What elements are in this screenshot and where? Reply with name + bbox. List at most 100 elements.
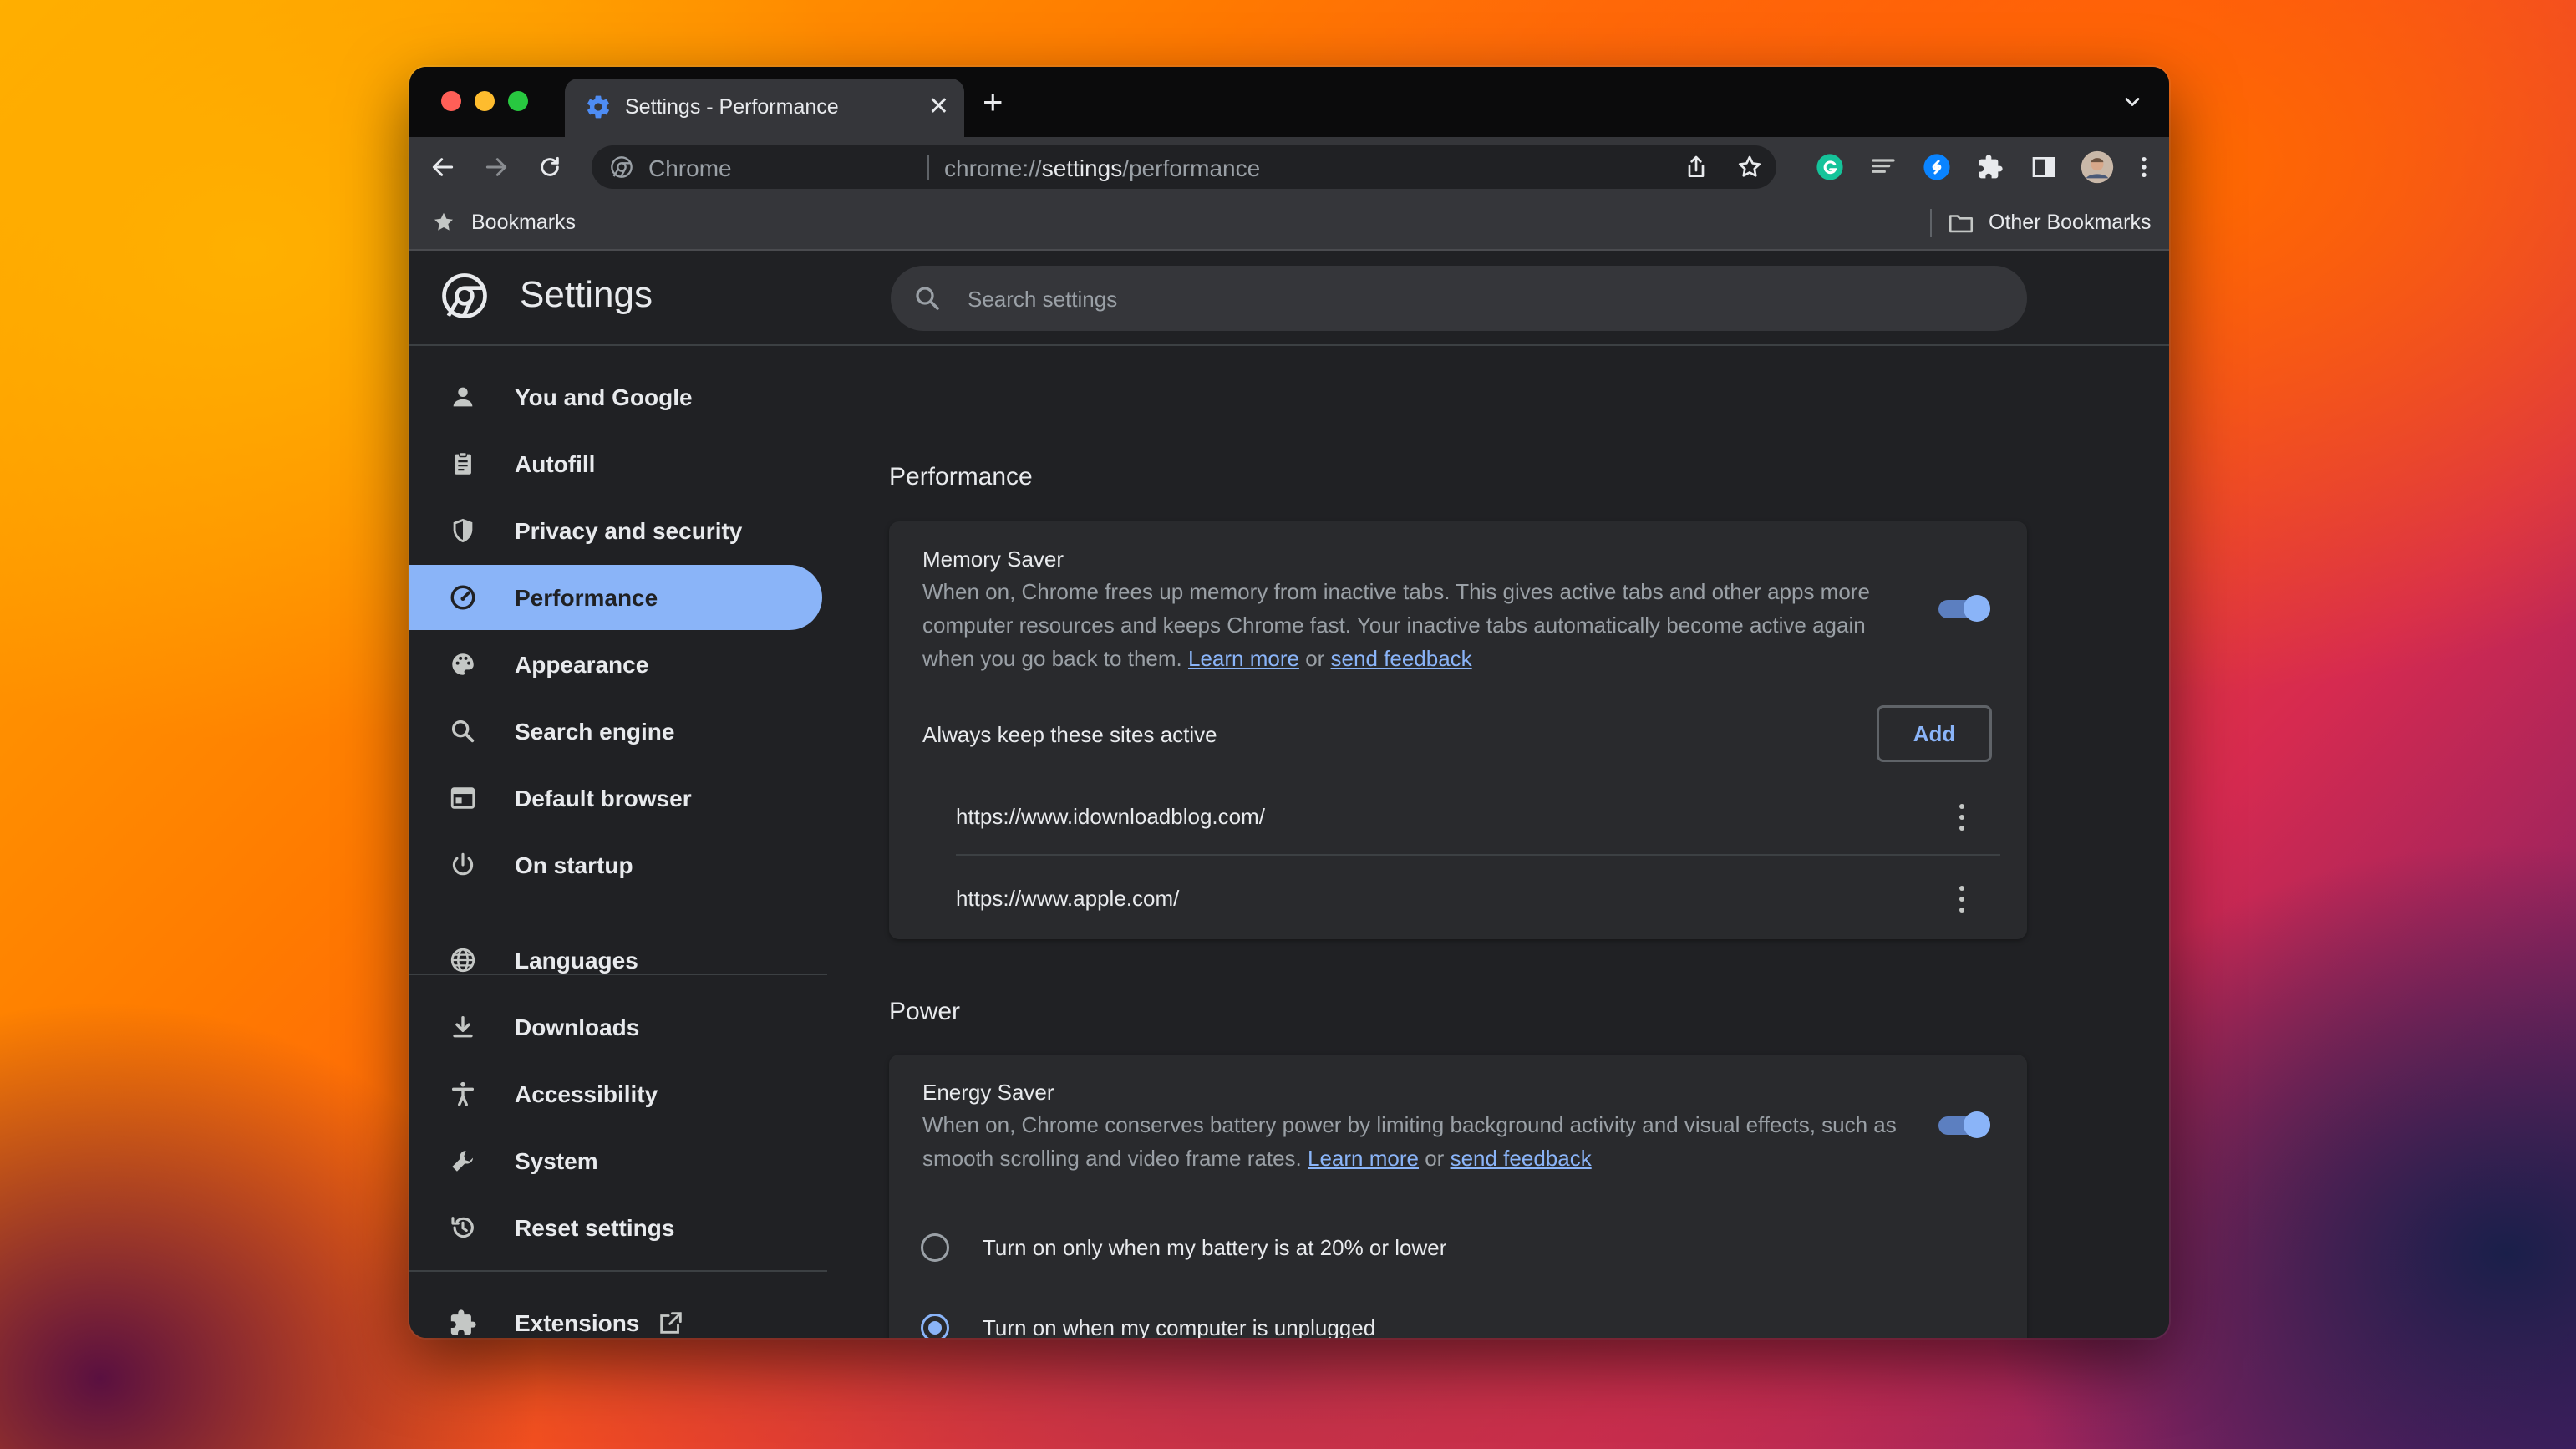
more-actions-icon[interactable] [1954,882,1970,916]
sidebar-item-performance[interactable]: Performance [409,565,822,630]
tab-search-chevron-icon[interactable] [2121,90,2144,118]
sidebar-item-extensions[interactable]: Extensions [409,1290,822,1338]
bookmarks-bar: Bookmarks Other Bookmarks [409,197,2169,251]
always-active-label: Always keep these sites active [922,722,1217,747]
battery-20-radio[interactable] [921,1233,949,1262]
globe-icon [446,943,480,977]
sidebar-item-label: Reset settings [515,1215,675,1241]
site-row-divider [956,854,2000,856]
sidebar-item-label: Extensions [515,1310,640,1336]
chrome-site-icon [610,155,633,183]
energy-saver-card: Energy Saver When on, Chrome conserves b… [889,1055,2027,1338]
sidebar-item-label: You and Google [515,384,693,410]
url-text[interactable]: chrome://settings/performance [944,155,1260,182]
tab-strip: Settings - Performance ✕ + [409,67,2169,137]
performance-section-title: Performance [889,463,1033,491]
bookmarks-divider [1930,209,1932,237]
shield-icon [446,514,480,547]
address-bar[interactable]: Chrome chrome://settings/performance [592,145,1776,189]
energy-saver-send-feedback-link[interactable]: send feedback [1451,1146,1592,1171]
memory-saver-description: When on, Chrome frees up memory from ina… [922,575,1908,675]
grammarly-extension-icon[interactable] [1813,150,1847,184]
toggle-knob [1964,595,1990,622]
search-icon [912,283,943,318]
profile-avatar[interactable] [2081,150,2114,184]
sidebar-item-label: Privacy and security [515,518,743,544]
sidebar-item-on-startup[interactable]: On startup [409,832,822,897]
chrome-logo-icon [442,273,487,318]
memory-saver-toggle[interactable] [1938,592,1992,625]
puzzle-extensions-icon[interactable] [1974,150,2007,184]
clipboard-icon [446,447,480,480]
sidebar-item-languages[interactable]: Languages [409,928,822,993]
memory-saver-learn-more-link[interactable]: Learn more [1188,646,1299,671]
sidebar-item-label: Default browser [515,786,692,811]
maximize-window-button[interactable] [508,91,528,111]
url-prefix: chrome:// [944,155,1042,181]
settings-header: Settings Search settings [409,251,2169,346]
energy-saver-learn-more-link[interactable]: Learn more [1308,1146,1419,1171]
or-text: or [1425,1146,1445,1171]
url-path: /performance [1122,155,1261,181]
memory-saver-send-feedback-link[interactable]: send feedback [1331,646,1472,671]
sidebar-item-search-engine[interactable]: Search engine [409,699,822,764]
more-menu-icon[interactable] [2127,150,2161,184]
unplugged-label: Turn on when my computer is unplugged [983,1315,1376,1338]
new-tab-button[interactable]: + [983,84,1003,120]
search-icon [446,714,480,748]
sidebar-item-label: Languages [515,948,638,974]
sidebar-item-privacy-and-security[interactable]: Privacy and security [409,498,822,563]
sidebar-item-downloads[interactable]: Downloads [409,994,822,1060]
energy-saver-toggle[interactable] [1938,1108,1992,1141]
power-icon [446,848,480,882]
memory-saver-title: Memory Saver [922,547,1064,572]
puzzle-icon [446,1306,480,1338]
sidebar-item-you-and-google[interactable]: You and Google [409,364,822,430]
share-icon[interactable] [1683,154,1710,185]
search-settings-input[interactable]: Search settings [891,266,2027,331]
sidebar-item-default-browser[interactable]: Default browser [409,765,822,831]
sidebar-item-label: System [515,1148,598,1174]
reload-icon[interactable] [533,150,567,184]
minimize-window-button[interactable] [475,91,495,111]
close-tab-icon[interactable]: ✕ [928,92,949,122]
close-window-button[interactable] [441,91,461,111]
energy-saver-title: Energy Saver [922,1080,1054,1105]
sidebar-divider [409,1270,827,1272]
folder-icon [1947,209,1975,242]
sidebar-item-appearance[interactable]: Appearance [409,632,822,697]
unplugged-radio[interactable] [921,1314,949,1338]
sidebar-item-accessibility[interactable]: Accessibility [409,1061,822,1126]
site-label: Chrome [648,155,732,181]
forward-arrow-icon[interactable] [480,150,513,184]
bookmarks-label[interactable]: Bookmarks [471,211,576,235]
power-section-title: Power [889,998,961,1025]
sidebar-item-label: Performance [515,585,658,611]
sidebar-item-label: Appearance [515,652,649,678]
site-row-idownloadblog: https://www.idownloadblog.com/ [956,804,1265,829]
side-panel-icon[interactable] [2027,150,2060,184]
battery-20-label: Turn on only when my battery is at 20% o… [983,1235,1447,1260]
omnibox-divider [927,155,929,180]
wrench-icon [446,1144,480,1177]
tab-settings-performance[interactable]: Settings - Performance ✕ [565,79,964,137]
gear-icon [585,94,612,125]
toggle-knob [1964,1111,1990,1138]
sidebar-item-autofill[interactable]: Autofill [409,431,822,496]
add-site-button[interactable]: Add [1877,705,1992,762]
back-arrow-icon[interactable] [426,150,460,184]
sidebar-item-system[interactable]: System [409,1128,822,1193]
sidebar-item-label: Search engine [515,719,675,745]
reading-list-icon[interactable] [1867,150,1900,184]
sidebar-item-label: Autofill [515,451,596,477]
open-in-new-icon [657,1309,685,1338]
bookmark-star-icon[interactable] [1736,154,1763,185]
toolbar: Chrome chrome://settings/performance [409,137,2169,197]
star-icon [431,210,456,239]
speedometer-icon [446,581,480,614]
more-actions-icon[interactable] [1954,801,1970,834]
other-bookmarks-label[interactable]: Other Bookmarks [1989,211,2152,235]
sidebar-item-reset-settings[interactable]: Reset settings [409,1195,822,1260]
or-text: or [1305,646,1325,671]
shazam-extension-icon[interactable] [1920,150,1954,184]
